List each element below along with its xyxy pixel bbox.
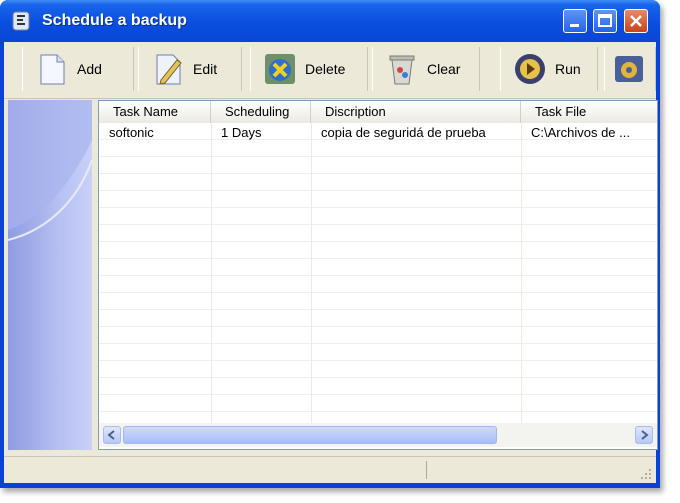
task-list[interactable]: Task Name Scheduling Discription Task Fi…: [98, 100, 658, 450]
clear-label: Clear: [427, 61, 461, 77]
maximize-icon: [598, 14, 612, 27]
add-label: Add: [77, 61, 102, 77]
column-header-description[interactable]: Discription: [311, 101, 521, 123]
edit-button[interactable]: Edit: [138, 47, 242, 91]
client-area: Add Edit Delete Clear Run Task Name Sche…: [4, 42, 658, 483]
list-header: Task Name Scheduling Discription Task Fi…: [99, 101, 657, 124]
list-body: [99, 123, 657, 423]
column-divider: [211, 123, 212, 423]
settings-icon: [615, 56, 643, 82]
scrollbar-thumb[interactable]: [123, 426, 497, 444]
swoosh-graphic: [8, 100, 92, 241]
window-title: Schedule a backup: [42, 12, 187, 29]
settings-button[interactable]: [604, 47, 656, 91]
clear-icon: [389, 55, 415, 85]
edit-label: Edit: [193, 61, 218, 77]
status-divider: [426, 461, 427, 479]
clear-button[interactable]: Clear: [372, 47, 480, 91]
title-bar[interactable]: Schedule a backup: [0, 0, 660, 42]
minimize-button[interactable]: [563, 9, 587, 33]
column-header-task-file[interactable]: Task File: [521, 101, 657, 123]
chevron-left-icon: [107, 430, 115, 440]
delete-label: Delete: [305, 61, 346, 77]
delete-icon: [265, 54, 295, 84]
run-button[interactable]: Run: [500, 47, 598, 91]
cell-description: copia de seguridá de prueba: [321, 125, 486, 140]
side-decoration: [8, 100, 92, 450]
close-button[interactable]: [624, 9, 648, 33]
scroll-right-button[interactable]: [635, 426, 653, 444]
cell-scheduling: 1 Days: [221, 125, 262, 140]
backup-window: Schedule a backup Add Edit Delete Clear …: [0, 0, 660, 488]
resize-grip-icon[interactable]: [640, 468, 652, 480]
add-button[interactable]: Add: [22, 47, 134, 91]
column-divider: [521, 123, 522, 423]
run-icon: [515, 54, 545, 84]
maximize-button[interactable]: [593, 9, 617, 33]
run-label: Run: [555, 61, 581, 77]
cell-task-file: C:\Archivos de ...: [531, 125, 630, 140]
horizontal-scrollbar[interactable]: [99, 423, 657, 447]
column-header-scheduling[interactable]: Scheduling: [211, 101, 311, 123]
chevron-right-icon: [641, 430, 649, 440]
table-row[interactable]: softonic 1 Days copia de seguridá de pru…: [99, 124, 657, 142]
toolbar: Add Edit Delete Clear Run: [4, 42, 656, 99]
app-icon: [12, 11, 30, 31]
delete-button[interactable]: Delete: [250, 47, 368, 91]
scroll-left-button[interactable]: [103, 426, 121, 444]
add-icon: [40, 54, 65, 85]
close-icon: [630, 15, 642, 27]
minimize-icon: [570, 24, 579, 27]
status-bar: [4, 456, 656, 483]
column-header-task-name[interactable]: Task Name: [99, 101, 211, 123]
column-divider: [311, 123, 312, 423]
cell-task-name: softonic: [109, 125, 154, 140]
edit-icon: [156, 54, 182, 85]
